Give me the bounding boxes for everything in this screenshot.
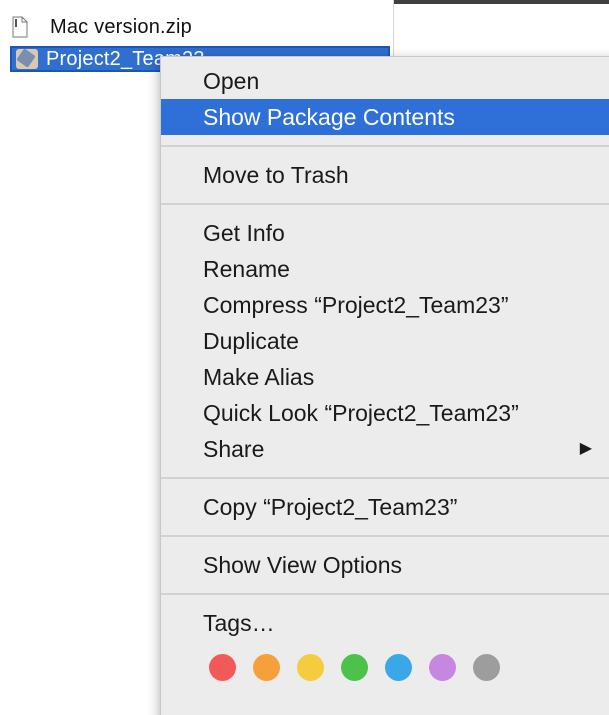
screen: Mac version.zip Project2_Team23 Open Sho… — [0, 0, 609, 715]
context-menu: Open Show Package Contents Move to Trash… — [160, 56, 609, 715]
menu-separator — [161, 467, 609, 489]
tag-blue-dot[interactable] — [385, 653, 412, 681]
tag-red-dot[interactable] — [209, 653, 236, 681]
tag-color-row — [161, 641, 609, 693]
app-package-icon — [16, 49, 38, 69]
menu-item-share[interactable]: Share ▶ — [161, 431, 609, 467]
menu-separator — [161, 525, 609, 547]
file-name: Mac version.zip — [50, 15, 192, 38]
menu-separator — [161, 583, 609, 605]
menu-item-move-to-trash[interactable]: Move to Trash — [161, 157, 609, 193]
submenu-arrow-icon: ▶ — [579, 440, 592, 457]
tag-gray-dot[interactable] — [473, 653, 500, 681]
menu-separator — [161, 193, 609, 215]
menu-separator — [161, 135, 609, 157]
file-row-mac-version-zip[interactable]: Mac version.zip — [8, 12, 388, 42]
menu-item-tags[interactable]: Tags… — [161, 605, 609, 641]
tag-green-dot[interactable] — [341, 653, 368, 681]
menu-item-show-package-contents[interactable]: Show Package Contents — [161, 99, 609, 135]
tag-yellow-dot[interactable] — [297, 653, 324, 681]
document-icon — [12, 16, 28, 38]
menu-item-rename[interactable]: Rename — [161, 251, 609, 287]
tag-orange-dot[interactable] — [253, 653, 280, 681]
menu-item-show-view-options[interactable]: Show View Options — [161, 547, 609, 583]
menu-item-compress[interactable]: Compress “Project2_Team23” — [161, 287, 609, 323]
menu-item-share-label: Share — [203, 436, 265, 462]
menu-item-duplicate[interactable]: Duplicate — [161, 323, 609, 359]
tag-purple-dot[interactable] — [429, 653, 456, 681]
menu-item-open[interactable]: Open — [161, 63, 609, 99]
menu-item-quick-look[interactable]: Quick Look “Project2_Team23” — [161, 395, 609, 431]
menu-item-make-alias[interactable]: Make Alias — [161, 359, 609, 395]
menu-item-get-info[interactable]: Get Info — [161, 215, 609, 251]
menu-item-copy[interactable]: Copy “Project2_Team23” — [161, 489, 609, 525]
